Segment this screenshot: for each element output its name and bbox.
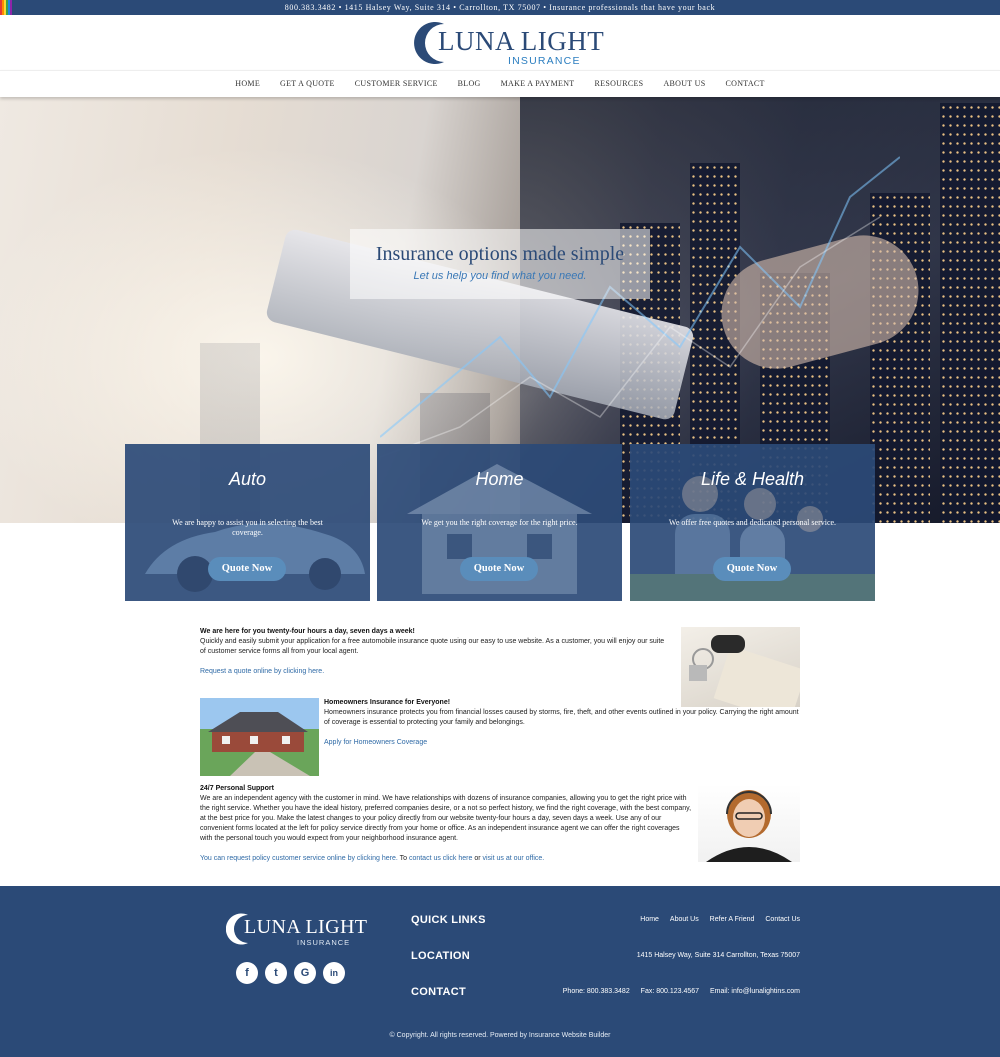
footer-fax: Fax: 800.123.4567 bbox=[640, 988, 700, 995]
nav-customer-service[interactable]: CUSTOMER SERVICE bbox=[345, 71, 448, 96]
home-card-title: Home bbox=[475, 469, 524, 489]
logo-subtitle: INSURANCE bbox=[508, 55, 581, 67]
home-section-body: Homeowners insurance protects you from f… bbox=[324, 709, 799, 726]
contact-heading: CONTACT bbox=[411, 986, 467, 998]
footer-email[interactable]: Email: info@lunalightins.com bbox=[710, 988, 800, 995]
hero-text-box: Insurance options made simple Let us hel… bbox=[350, 229, 650, 299]
auto-section-heading: We are here for you twenty-four hours a … bbox=[200, 628, 415, 635]
quick-links-heading: QUICK LINKS bbox=[411, 914, 486, 926]
hero-subtitle: Let us help you find what you need. bbox=[413, 270, 587, 282]
contact-row: Phone: 800.383.3482 Fax: 800.123.4567 Em… bbox=[554, 988, 800, 995]
support-links-line: You can request policy customer service … bbox=[200, 854, 692, 864]
headset-agent-icon bbox=[706, 790, 792, 862]
visit-office-link[interactable]: visit us at our office. bbox=[483, 855, 545, 862]
site-logo[interactable]: LUNA LIGHT INSURANCE bbox=[414, 20, 604, 68]
auto-section: We are here for you twenty-four hours a … bbox=[200, 627, 670, 677]
site-header: LUNA LIGHT INSURANCE bbox=[0, 15, 1000, 70]
twitter-icon[interactable]: t bbox=[265, 962, 287, 984]
top-info-text: 800.383.3482 • 1415 Halsey Way, Suite 31… bbox=[284, 3, 716, 12]
apply-homeowners-link[interactable]: Apply for Homeowners Coverage bbox=[324, 738, 800, 748]
quick-links-row: Home About Us Refer A Friend Contact Us bbox=[631, 916, 800, 923]
nav-contact[interactable]: CONTACT bbox=[715, 71, 774, 96]
life-health-card-title: Life & Health bbox=[700, 469, 805, 489]
house-photo-image bbox=[200, 698, 319, 776]
site-footer: LUNA LIGHT INSURANCE f t G in QUICK LINK… bbox=[0, 886, 1000, 1057]
life-health-card-description: We offer free quotes and dedicated perso… bbox=[668, 518, 837, 527]
footer-logo[interactable]: LUNA LIGHT INSURANCE bbox=[226, 912, 367, 948]
footer-link-home[interactable]: Home bbox=[640, 916, 659, 923]
home-quote-button[interactable]: Quote Now bbox=[460, 557, 538, 581]
footer-phone[interactable]: Phone: 800.383.3482 bbox=[563, 988, 630, 995]
footer-address: 1415 Halsey Way, Suite 314 Carrollton, T… bbox=[636, 952, 800, 959]
auto-card: Auto We are happy to assist you in selec… bbox=[125, 444, 370, 601]
footer-link-refer-a-friend[interactable]: Refer A Friend bbox=[710, 916, 755, 923]
insurance-policy-keys-image bbox=[681, 627, 800, 707]
life-health-quote-button[interactable]: Quote Now bbox=[713, 557, 791, 581]
location-row: 1415 Halsey Way, Suite 314 Carrollton, T… bbox=[628, 952, 800, 959]
nav-make-a-payment[interactable]: MAKE A PAYMENT bbox=[491, 71, 585, 96]
copyright-text: © Copyright. All rights reserved. Powere… bbox=[389, 1032, 611, 1039]
footer-link-about-us[interactable]: About Us bbox=[670, 916, 699, 923]
life-health-card: Life & Health We offer free quotes and d… bbox=[630, 444, 875, 601]
footer-logo-subtitle: INSURANCE bbox=[297, 938, 351, 947]
support-section-body: We are an independent agency with the cu… bbox=[200, 795, 692, 842]
home-card-description: We get you the right coverage for the ri… bbox=[421, 518, 578, 527]
facebook-icon[interactable]: f bbox=[236, 962, 258, 984]
hero-building bbox=[940, 103, 1000, 523]
nav-get-a-quote[interactable]: GET A QUOTE bbox=[270, 71, 345, 96]
hero-title: Insurance options made simple bbox=[375, 243, 625, 265]
nav-blog[interactable]: BLOG bbox=[448, 71, 491, 96]
logo-name: LUNA LIGHT bbox=[438, 26, 605, 56]
support-text-to: To bbox=[397, 855, 409, 862]
support-agent-image bbox=[698, 784, 800, 862]
contact-us-link[interactable]: contact us click here bbox=[409, 855, 472, 862]
home-section-heading: Homeowners Insurance for Everyone! bbox=[324, 699, 451, 706]
google-icon[interactable]: G bbox=[294, 962, 316, 984]
support-text-or: or bbox=[472, 855, 483, 862]
policy-service-link[interactable]: You can request policy customer service … bbox=[200, 855, 398, 862]
top-info-bar: 800.383.3482 • 1415 Halsey Way, Suite 31… bbox=[0, 0, 1000, 15]
auto-section-body: Quickly and easily submit your applicati… bbox=[200, 638, 665, 655]
auto-quote-button[interactable]: Quote Now bbox=[208, 557, 286, 581]
hero-graph-lines bbox=[380, 156, 900, 458]
request-quote-link[interactable]: Request a quote online by clicking here. bbox=[200, 667, 670, 677]
linkedin-icon[interactable]: in bbox=[323, 962, 345, 984]
support-section: 24/7 Personal Support We are an independ… bbox=[200, 784, 692, 864]
home-card: Home We get you the right coverage for t… bbox=[377, 444, 622, 601]
support-section-heading: 24/7 Personal Support bbox=[200, 785, 274, 792]
auto-card-title: Auto bbox=[228, 469, 267, 489]
nav-home[interactable]: HOME bbox=[225, 71, 270, 96]
footer-link-contact-us[interactable]: Contact Us bbox=[765, 916, 800, 923]
auto-card-description: We are happy to assist you in selecting … bbox=[172, 518, 323, 537]
location-heading: LOCATION bbox=[411, 950, 471, 962]
nav-resources[interactable]: RESOURCES bbox=[585, 71, 654, 96]
home-section: Homeowners Insurance for Everyone! Homeo… bbox=[324, 698, 800, 748]
main-navigation: HOME GET A QUOTE CUSTOMER SERVICE BLOG M… bbox=[0, 70, 1000, 97]
house-icon bbox=[208, 712, 310, 776]
car-keys-icon bbox=[689, 635, 800, 707]
accessibility-flag-icon bbox=[0, 0, 12, 15]
footer-logo-name: LUNA LIGHT bbox=[244, 916, 368, 938]
nav-about-us[interactable]: ABOUT US bbox=[653, 71, 715, 96]
